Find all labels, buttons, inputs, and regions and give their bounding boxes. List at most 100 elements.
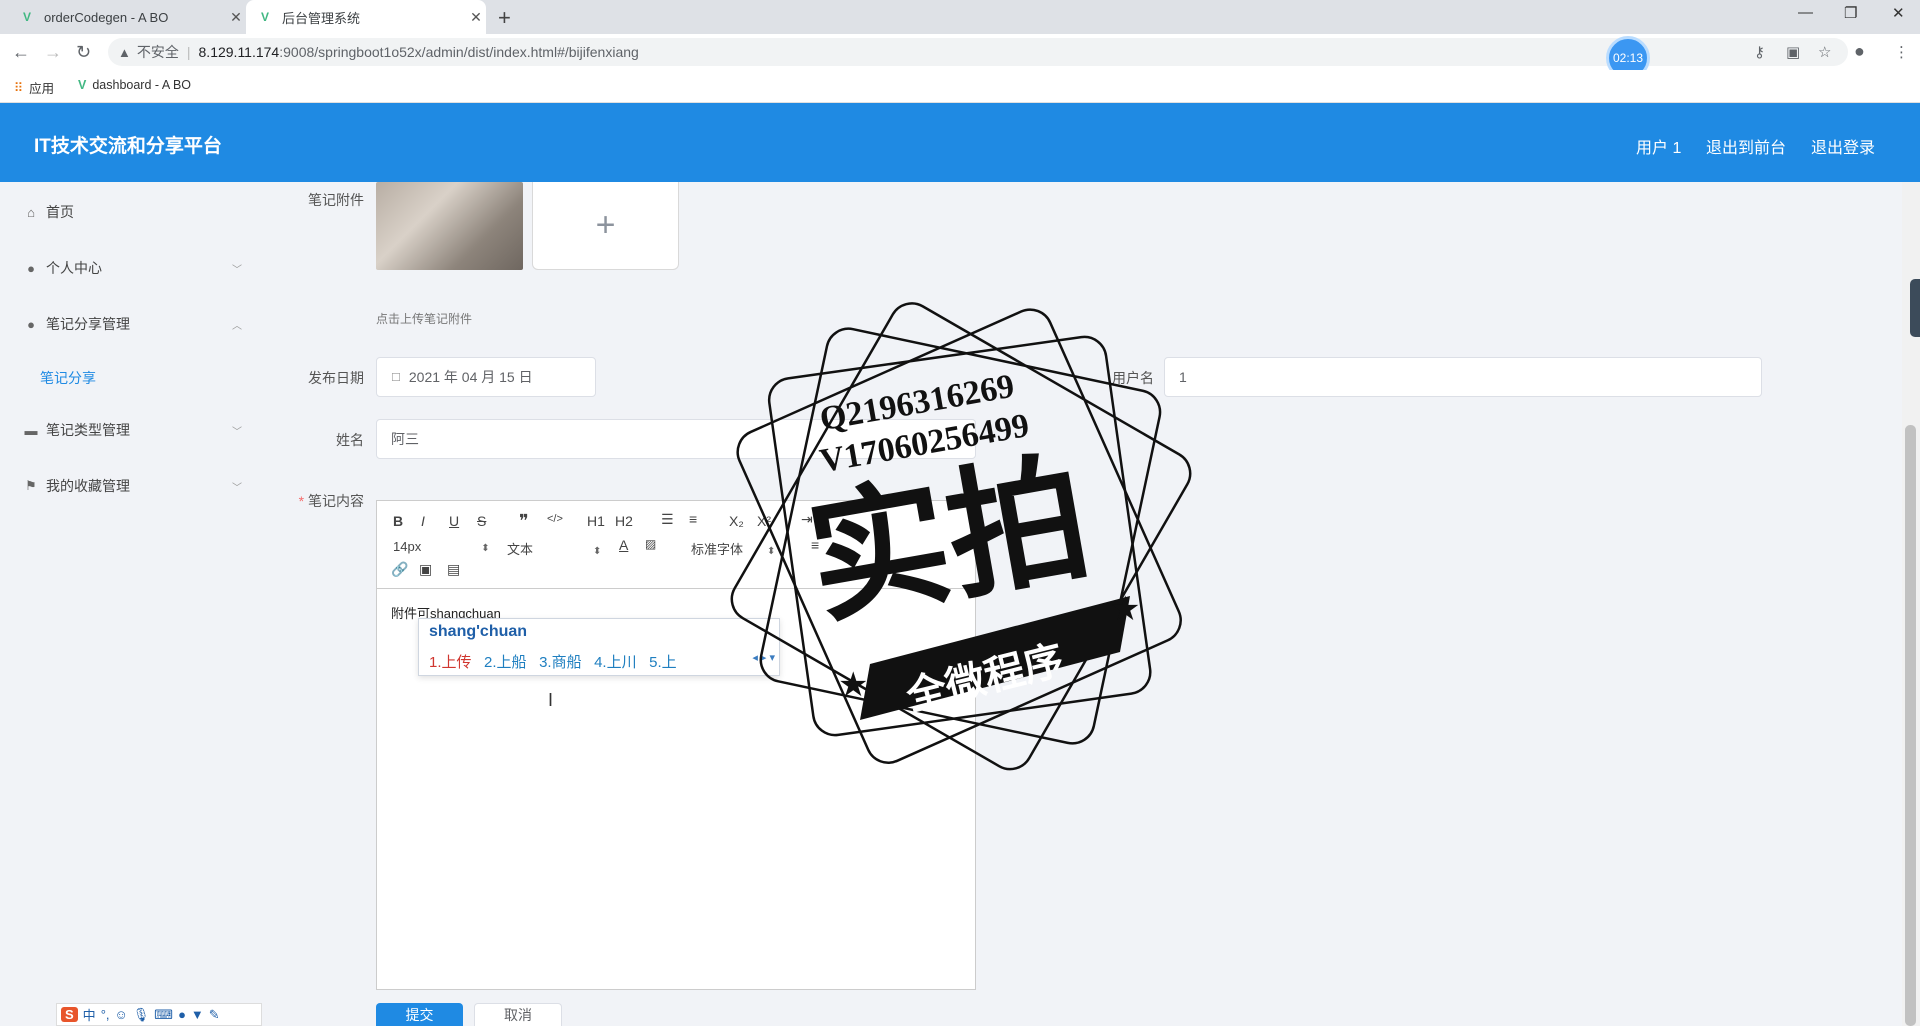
bullet-list-icon[interactable]: ≡ bbox=[689, 511, 697, 527]
user-link[interactable]: 用户 1 bbox=[1636, 134, 1681, 158]
back-to-frontend-link[interactable]: 退出到前台 bbox=[1706, 134, 1786, 158]
key-icon[interactable]: ⚷ bbox=[1754, 43, 1765, 61]
close-tab-icon[interactable]: ✕ bbox=[466, 9, 486, 26]
ime-candidate[interactable]: 3.商船 bbox=[539, 654, 582, 671]
sogou-logo-icon[interactable]: S bbox=[61, 1007, 78, 1022]
align-icon[interactable]: ≡ bbox=[811, 537, 819, 553]
wrench-icon[interactable]: ✎ bbox=[209, 1007, 220, 1023]
attachment-hint: 点击上传笔记附件 bbox=[376, 312, 473, 326]
sidebar-item-home[interactable]: ⌂ 首页 bbox=[24, 202, 242, 222]
browser-tab[interactable]: V orderCodegen - A BO ✕ bbox=[8, 0, 246, 34]
font-family-select[interactable]: 标准字体 ⬍ bbox=[691, 539, 775, 558]
submit-button[interactable]: 提交 bbox=[376, 1003, 463, 1026]
link-icon[interactable]: 🔗 bbox=[391, 561, 408, 578]
ime-candidates: 1.上传 2.上船 3.商船 4.上川 5.上 bbox=[429, 651, 677, 672]
username-field[interactable]: 1 bbox=[1164, 357, 1762, 397]
punctuation-toggle[interactable]: °, bbox=[101, 1007, 110, 1022]
background-color-icon[interactable]: ▨ bbox=[645, 537, 656, 551]
attachment-label: 笔记附件 bbox=[308, 192, 364, 208]
ordered-list-icon[interactable]: ☰ bbox=[661, 511, 674, 528]
sidebar: ⌂ 首页 ● 个人中心 ﹀ ● 笔记分享管理 ︿ 笔记分享 ▬ 笔记类型管理 ﹀… bbox=[0, 182, 260, 1026]
font-color-icon[interactable]: A bbox=[619, 537, 628, 553]
font-family-value: 标准字体 bbox=[691, 542, 744, 557]
tab-title: orderCodegen - A BO bbox=[44, 9, 169, 25]
name-field[interactable]: 阿三 bbox=[376, 419, 976, 459]
star-icon[interactable]: ☆ bbox=[1818, 43, 1831, 61]
italic-button[interactable]: I bbox=[421, 513, 425, 529]
sidebar-item-profile[interactable]: ● 个人中心 ﹀ bbox=[24, 258, 242, 278]
scrollbar-thumb[interactable] bbox=[1905, 425, 1916, 1026]
cancel-button[interactable]: 取消 bbox=[474, 1003, 562, 1026]
keyboard-icon[interactable]: ⌨ bbox=[154, 1007, 173, 1023]
emoji-icon[interactable]: ☺ bbox=[115, 1007, 128, 1022]
browser-tab-active[interactable]: V 后台管理系统 ✕ bbox=[246, 0, 486, 34]
ime-pinyin: shang'chuan bbox=[429, 623, 528, 640]
ime-candidate[interactable]: 5.上 bbox=[649, 654, 677, 671]
ime-candidate[interactable]: 2.上船 bbox=[484, 654, 527, 671]
minimize-icon[interactable]: — bbox=[1798, 4, 1813, 21]
ime-candidate[interactable]: 4.上川 bbox=[594, 654, 637, 671]
chevron-down-icon: ﹀ bbox=[232, 426, 242, 438]
sidebar-item-label: 首页 bbox=[46, 204, 74, 220]
text-cursor-icon: I bbox=[548, 690, 554, 710]
url-path: :9008/springboot1o52x/admin/dist/index.h… bbox=[279, 44, 639, 60]
browser-tab-bar: V orderCodegen - A BO ✕ V 后台管理系统 ✕ + — ❐… bbox=[0, 0, 1920, 34]
strikethrough-button[interactable]: S bbox=[477, 513, 486, 529]
app-title: IT技术交流和分享平台 bbox=[34, 136, 222, 157]
block-format-select[interactable]: 文本 ⬍ bbox=[507, 539, 601, 558]
upload-button[interactable]: + bbox=[532, 182, 679, 270]
restore-icon[interactable]: ❐ bbox=[1844, 4, 1857, 22]
reload-icon[interactable]: ↻ bbox=[76, 42, 91, 63]
forward-icon[interactable]: → bbox=[44, 42, 62, 63]
ime-page-icon[interactable]: ◂ ▸ ▾ bbox=[752, 651, 775, 664]
image-icon[interactable]: ▣ bbox=[419, 561, 432, 578]
sidebar-item-note-sharing[interactable]: ● 笔记分享管理 ︿ bbox=[24, 314, 242, 334]
warning-icon: ▲ bbox=[118, 44, 131, 60]
indent-icon[interactable]: ⇥ bbox=[801, 511, 813, 528]
heading1-button[interactable]: H1 bbox=[587, 513, 605, 529]
select-arrows-icon: ⬍ bbox=[767, 546, 776, 557]
back-icon[interactable]: ← bbox=[12, 42, 30, 63]
logout-link[interactable]: 退出登录 bbox=[1811, 134, 1875, 158]
video-icon[interactable]: ▤ bbox=[447, 561, 460, 578]
chinese-mode-toggle[interactable]: 中 bbox=[83, 1005, 96, 1024]
insecure-label: 不安全 bbox=[136, 44, 179, 60]
user-icon: ● bbox=[27, 260, 35, 276]
bold-button[interactable]: B bbox=[393, 513, 403, 529]
code-block-button[interactable]: </> bbox=[547, 513, 563, 525]
user-icon[interactable]: ● bbox=[178, 1007, 186, 1022]
sidebar-subitem-note-share[interactable]: 笔记分享 bbox=[40, 368, 96, 388]
translate-icon[interactable]: ▣ bbox=[1786, 43, 1800, 61]
menu-icon[interactable]: ⋮ bbox=[1894, 43, 1909, 61]
sidebar-item-favorites[interactable]: ⚑ 我的收藏管理 ﹀ bbox=[24, 476, 242, 496]
profile-icon[interactable]: ● bbox=[1854, 41, 1865, 62]
heading2-button[interactable]: H2 bbox=[615, 513, 633, 529]
close-window-icon[interactable]: ✕ bbox=[1892, 4, 1905, 22]
close-tab-icon[interactable]: ✕ bbox=[226, 9, 246, 26]
bookmark-dashboard[interactable]: V dashboard - A BO bbox=[78, 78, 191, 92]
blockquote-button[interactable]: ❞ bbox=[519, 511, 529, 532]
attachment-thumbnail[interactable] bbox=[376, 182, 523, 270]
flag-icon: ⚑ bbox=[25, 478, 37, 493]
date-picker[interactable]: ☐ 2021 年 04 月 15 日 bbox=[376, 357, 596, 397]
subscript-button[interactable]: X₂ bbox=[729, 513, 744, 529]
sidebar-item-note-types[interactable]: ▬ 笔记类型管理 ﹀ bbox=[24, 420, 243, 440]
superscript-button[interactable]: X² bbox=[757, 513, 771, 529]
bookmark-label: dashboard - A BO bbox=[92, 78, 192, 92]
bookmarks-bar: ⠿ 应用 V dashboard - A BO bbox=[0, 70, 1920, 103]
divider: | bbox=[186, 44, 191, 60]
sidebar-item-label: 笔记类型管理 bbox=[46, 422, 130, 438]
apps-grid-icon: ⠿ bbox=[14, 81, 24, 95]
font-size-select[interactable]: 14px ⬍ bbox=[393, 539, 490, 554]
side-panel-handle[interactable] bbox=[1910, 279, 1920, 337]
ime-candidate[interactable]: 1.上传 bbox=[429, 654, 472, 671]
underline-button[interactable]: U bbox=[449, 513, 459, 529]
new-tab-icon[interactable]: + bbox=[498, 5, 511, 31]
shirt-icon[interactable]: ▼ bbox=[191, 1007, 204, 1022]
rich-text-editor[interactable]: B I U S ❞ </> H1 H2 ☰ ≡ X₂ X² ⇥ 14px ⬍ 文本… bbox=[376, 500, 977, 990]
user-icon: ● bbox=[27, 316, 35, 332]
microphone-icon[interactable]: 🎙 bbox=[133, 1007, 150, 1023]
bookmark-apps[interactable]: ⠿ 应用 bbox=[14, 78, 54, 97]
chevron-up-icon: ︿ bbox=[232, 320, 242, 332]
url-field[interactable]: ▲ 不安全 | 8.129.11.174 :9008/springboot1o5… bbox=[108, 38, 1848, 66]
